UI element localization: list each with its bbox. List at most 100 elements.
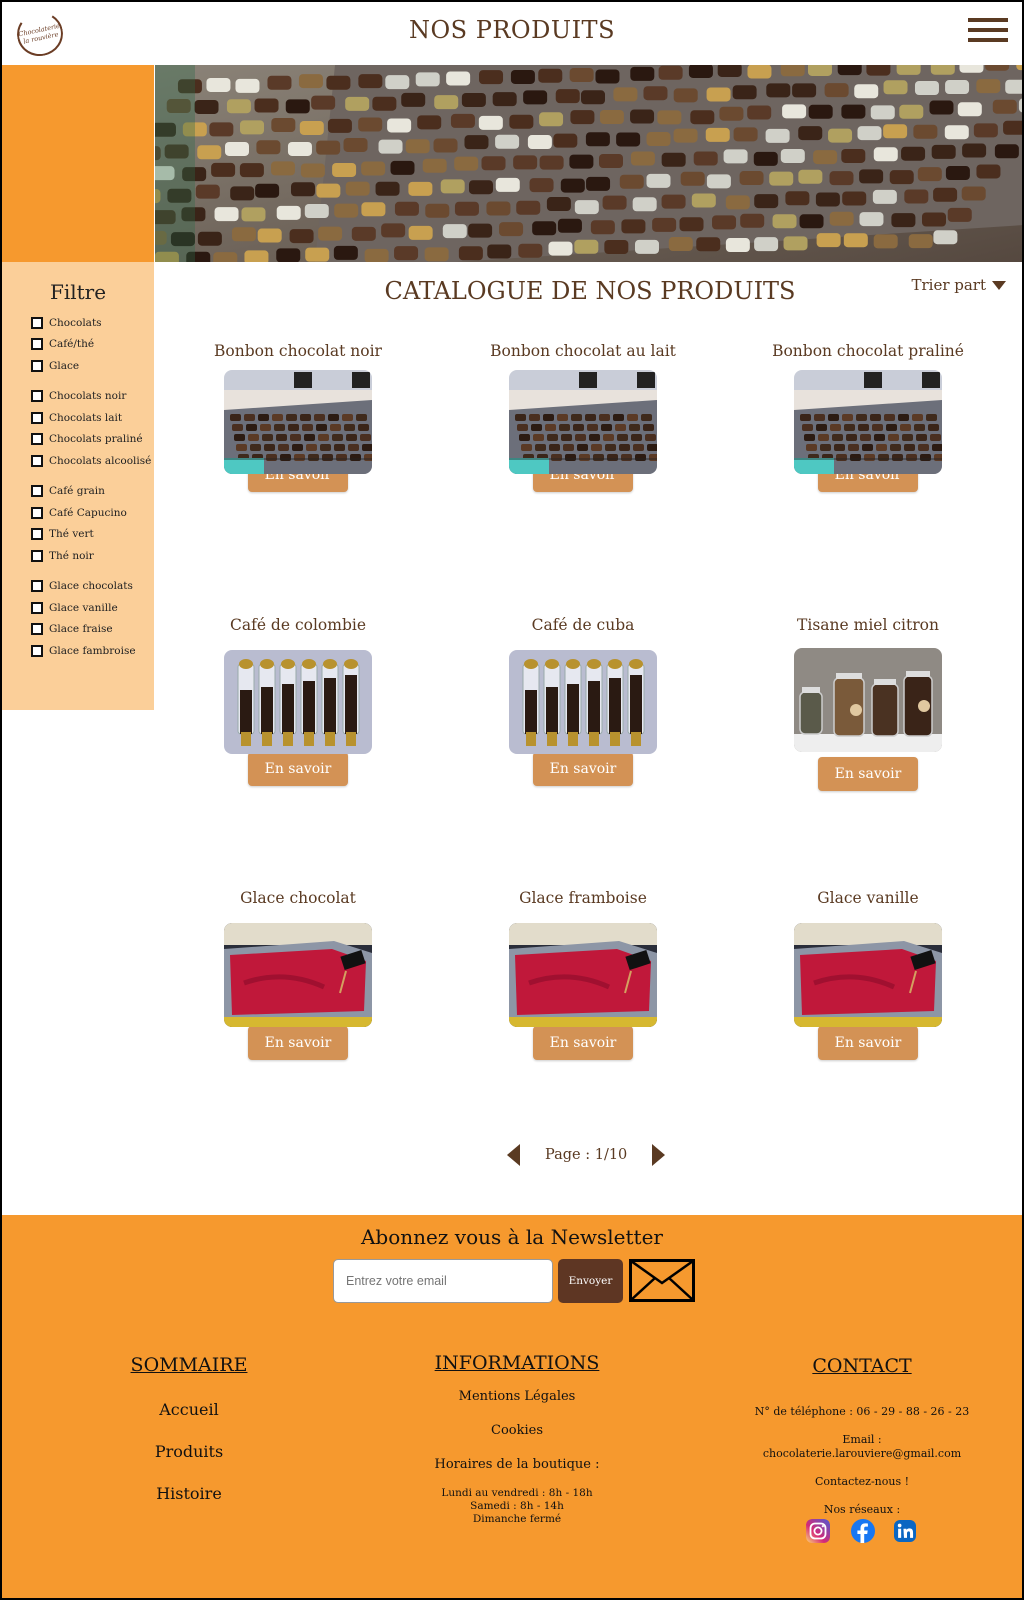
footer-link-histoire[interactable]: Histoire [109,1484,269,1503]
filter-checkbox[interactable] [31,549,43,562]
filter-checkbox[interactable] [31,359,43,372]
filter-item[interactable]: Glace [2,355,154,377]
pagination: Page : 1/10 [507,1144,666,1166]
filter-item[interactable]: Glace vanille [2,597,154,619]
filter-item[interactable]: Glace fraise [2,619,154,641]
sort-dropdown[interactable]: Trier part [911,276,1006,294]
learn-more-button[interactable]: En savoir plus [248,1026,348,1085]
hamburger-menu-icon[interactable] [968,18,1008,46]
informations-title: INFORMATIONS [434,1352,600,1374]
sommaire-title: SOMMAIRE [130,1354,248,1376]
product-card: Glace chocolat En savoir plus [178,889,418,1085]
filter-item[interactable]: Thé vert [2,524,154,546]
learn-more-button[interactable]: En savoir plus [818,1026,918,1085]
site-footer: Abonnez vous à la Newsletter Envoyer SOM… [2,1215,1022,1598]
filter-checkbox[interactable] [31,644,43,657]
footer-link-cookies[interactable]: Cookies [417,1423,617,1438]
sort-label: Trier part [911,276,986,294]
contact-phone: N° de téléphone : 06 - 29 - 88 - 26 - 23 [754,1405,970,1418]
product-card: Glace vanille En savoir plus [748,889,988,1085]
product-image[interactable] [509,370,657,474]
product-image[interactable] [224,923,372,1027]
filter-checkbox[interactable] [31,390,43,403]
filter-checkbox[interactable] [31,454,43,467]
product-card: Bonbon chocolat praliné En savoir plus [748,342,988,517]
filter-item[interactable]: Glace fambroise [2,640,154,662]
product-title: Café de colombie [229,616,366,634]
filter-checkbox[interactable] [31,485,43,498]
product-title: Bonbon chocolat au lait [490,342,676,360]
filter-checkbox[interactable] [31,623,43,636]
product-image[interactable] [509,650,657,754]
hours-title: Horaires de la boutique : [434,1457,600,1472]
product-image[interactable] [509,923,657,1027]
filter-label: Chocolats noir [49,390,127,403]
footer-link-produits[interactable]: Produits [109,1442,269,1461]
filter-group: Chocolats Café/thé Glace [2,312,154,377]
footer-link-mentions-legales[interactable]: Mentions Légales [417,1389,617,1404]
filter-checkbox[interactable] [31,580,43,593]
catalogue-title: CATALOGUE DE NOS PRODUITS [384,277,796,305]
filter-item[interactable]: Chocolats praliné [2,429,154,451]
filter-label: Café Capucino [49,506,127,519]
filter-label: Glace [49,359,80,372]
filter-title: Filtre [49,280,107,304]
product-card: Glace framboise En savoir plus [463,889,703,1085]
filter-item[interactable]: Chocolats lait [2,407,154,429]
filter-item[interactable]: Chocolats alcoolisé [2,450,154,472]
hero-chocolates-image [155,65,1022,262]
filter-label: Chocolats alcoolisé [49,454,152,467]
product-image[interactable] [794,370,942,474]
filter-item[interactable]: Café/thé [2,334,154,356]
filter-item[interactable]: Chocolats [2,312,154,334]
product-image[interactable] [224,650,372,754]
product-image[interactable] [224,370,372,474]
caret-down-icon [992,280,1006,290]
filter-label: Glace fambroise [49,644,136,657]
contact-cta[interactable]: Contactez-nous ! [742,1475,982,1488]
learn-more-button[interactable]: En savoir plus [818,757,918,816]
page-title: NOS PRODUITS [408,16,616,44]
page-indicator: Page : 1/10 [545,1147,628,1163]
site-header: Chocolaterie la rouvière NOS PRODUITS [2,2,1022,65]
filter-item[interactable]: Café Capucino [2,502,154,524]
product-image[interactable] [794,923,942,1027]
filter-item[interactable]: Thé noir [2,545,154,567]
learn-more-button[interactable]: En savoir plus [248,752,348,811]
product-card: Bonbon chocolat au lait En savoir plus [463,342,703,517]
contact-title: CONTACT [812,1355,912,1377]
next-page-icon[interactable] [652,1144,666,1166]
linkedin-icon[interactable] [894,1520,916,1542]
filter-checkbox[interactable] [31,506,43,519]
filter-label: Glace fraise [49,623,113,636]
contact-email[interactable]: chocolaterie.larouviere@gmail.com [742,1447,982,1460]
filter-checkbox[interactable] [31,528,43,541]
instagram-icon[interactable] [806,1519,830,1543]
filter-item[interactable]: Chocolats noir [2,386,154,408]
filter-item[interactable]: Café grain [2,481,154,503]
filter-item[interactable]: Glace chocolats [2,576,154,598]
filter-checkbox[interactable] [31,338,43,351]
filter-checkbox[interactable] [31,411,43,424]
previous-page-icon[interactable] [507,1144,520,1166]
filter-label: Café grain [49,485,105,498]
footer-link-accueil[interactable]: Accueil [109,1400,269,1419]
newsletter-submit-button[interactable]: Envoyer [558,1259,623,1303]
filter-label: Glace vanille [49,601,118,614]
contact-email-label: Email : [842,1433,882,1446]
product-title: Café de cuba [531,616,635,634]
learn-more-button[interactable]: En savoir plus [533,1026,633,1085]
filter-list: Chocolats Café/thé Glace Chocolats noir Choc… [2,312,154,662]
filter-label: Chocolats praliné [49,433,143,446]
filter-sidebar: Filtre Chocolats Café/thé Glace Chocolats n… [2,262,154,710]
newsletter-email-input[interactable] [333,1259,553,1303]
networks-label: Nos réseaux : [823,1503,901,1516]
facebook-icon[interactable] [851,1519,875,1543]
newsletter-title: Abonnez vous à la Newsletter [360,1225,663,1249]
learn-more-button[interactable]: En savoir plus [533,752,633,811]
product-image[interactable] [794,648,942,752]
product-card: Café de cuba En savoir plus [463,616,703,811]
filter-checkbox[interactable] [31,601,43,614]
filter-checkbox[interactable] [31,316,43,329]
filter-checkbox[interactable] [31,433,43,446]
